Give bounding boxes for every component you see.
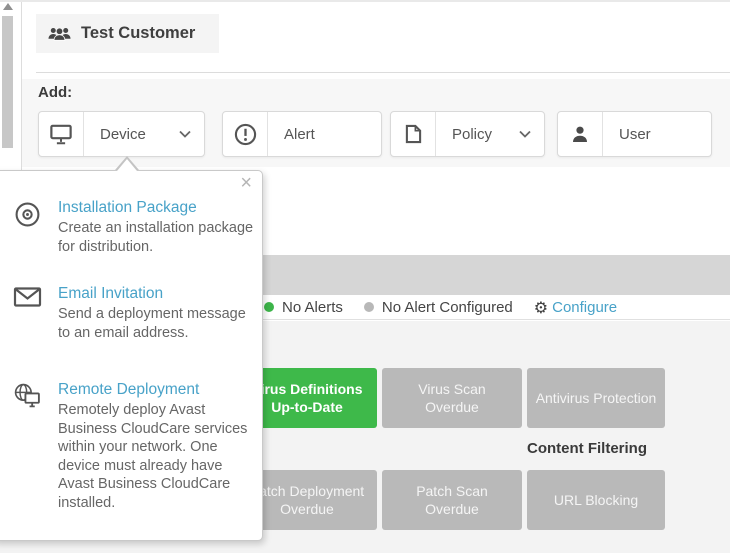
dropdown-caret-fill (117, 159, 137, 171)
envelope-icon (12, 285, 42, 342)
installation-package-link[interactable]: Installation Package (58, 199, 258, 217)
top-border (0, 0, 730, 2)
add-device-label: Device (84, 126, 179, 143)
scrollbar-thumb[interactable] (2, 16, 13, 148)
email-invitation-description: Send a deployment message to an email ad… (58, 305, 258, 342)
header-divider (36, 72, 730, 73)
monitor-icon (39, 112, 84, 156)
status-no-alert-configured-label: No Alert Configured (382, 299, 513, 316)
gray-status-dot-icon (364, 302, 374, 312)
alert-circle-icon (223, 112, 268, 156)
configure-label: Configure (552, 299, 617, 316)
cloudcare-customer-screen: Test Customer Add: Device Alert (0, 0, 730, 553)
configure-link[interactable]: ⚙ Configure (534, 298, 617, 317)
content-filtering-heading: Content Filtering (527, 440, 647, 457)
email-invitation-link[interactable]: Email Invitation (58, 285, 258, 303)
menu-item-email-invitation[interactable]: Email Invitation Send a deployment messa… (12, 285, 258, 342)
customer-badge[interactable]: Test Customer (36, 14, 219, 53)
gear-icon: ⚙ (534, 298, 548, 317)
menu-item-text: Email Invitation Send a deployment messa… (58, 285, 258, 342)
add-user-button[interactable]: User (557, 111, 712, 157)
policy-document-icon (391, 112, 436, 156)
chevron-down-icon (519, 130, 531, 138)
tile-antivirus-protection[interactable]: Antivirus Protection (527, 368, 665, 428)
tile-url-blocking[interactable]: URL Blocking (527, 470, 665, 530)
close-icon[interactable]: × (240, 173, 252, 193)
device-dropdown-panel: × Installation Package Create an install… (0, 170, 263, 541)
menu-item-text: Remote Deployment Remotely deploy Avast … (58, 381, 258, 512)
status-no-alerts: No Alerts (264, 299, 343, 316)
customer-name: Test Customer (81, 24, 195, 43)
remote-deployment-description: Remotely deploy Avast Business CloudCare… (58, 401, 258, 512)
menu-item-installation-package[interactable]: Installation Package Create an installat… (12, 199, 258, 256)
add-policy-label: Policy (436, 126, 519, 143)
chevron-down-icon (179, 130, 191, 138)
tile-virus-scan-overdue[interactable]: Virus Scan Overdue (382, 368, 522, 428)
remote-deployment-icon (12, 381, 42, 512)
add-device-button[interactable]: Device (38, 111, 205, 157)
customers-group-icon (48, 26, 71, 41)
user-icon (558, 112, 603, 156)
menu-item-remote-deployment[interactable]: Remote Deployment Remotely deploy Avast … (12, 381, 258, 512)
add-user-label: User (603, 126, 711, 143)
status-no-alert-configured: No Alert Configured (364, 299, 513, 316)
tile-patch-scan-overdue[interactable]: Patch Scan Overdue (382, 470, 522, 530)
scroll-up-arrow-icon[interactable] (3, 3, 13, 10)
green-status-dot-icon (264, 302, 274, 312)
add-policy-button[interactable]: Policy (390, 111, 545, 157)
add-label: Add: (38, 84, 72, 101)
add-alert-label: Alert (268, 126, 381, 143)
menu-item-text: Installation Package Create an installat… (58, 199, 258, 256)
installation-package-description: Create an installation package for distr… (58, 219, 258, 256)
installation-disc-icon (12, 199, 42, 256)
add-alert-button[interactable]: Alert (222, 111, 382, 157)
status-no-alerts-label: No Alerts (282, 299, 343, 316)
remote-deployment-link[interactable]: Remote Deployment (58, 381, 258, 399)
